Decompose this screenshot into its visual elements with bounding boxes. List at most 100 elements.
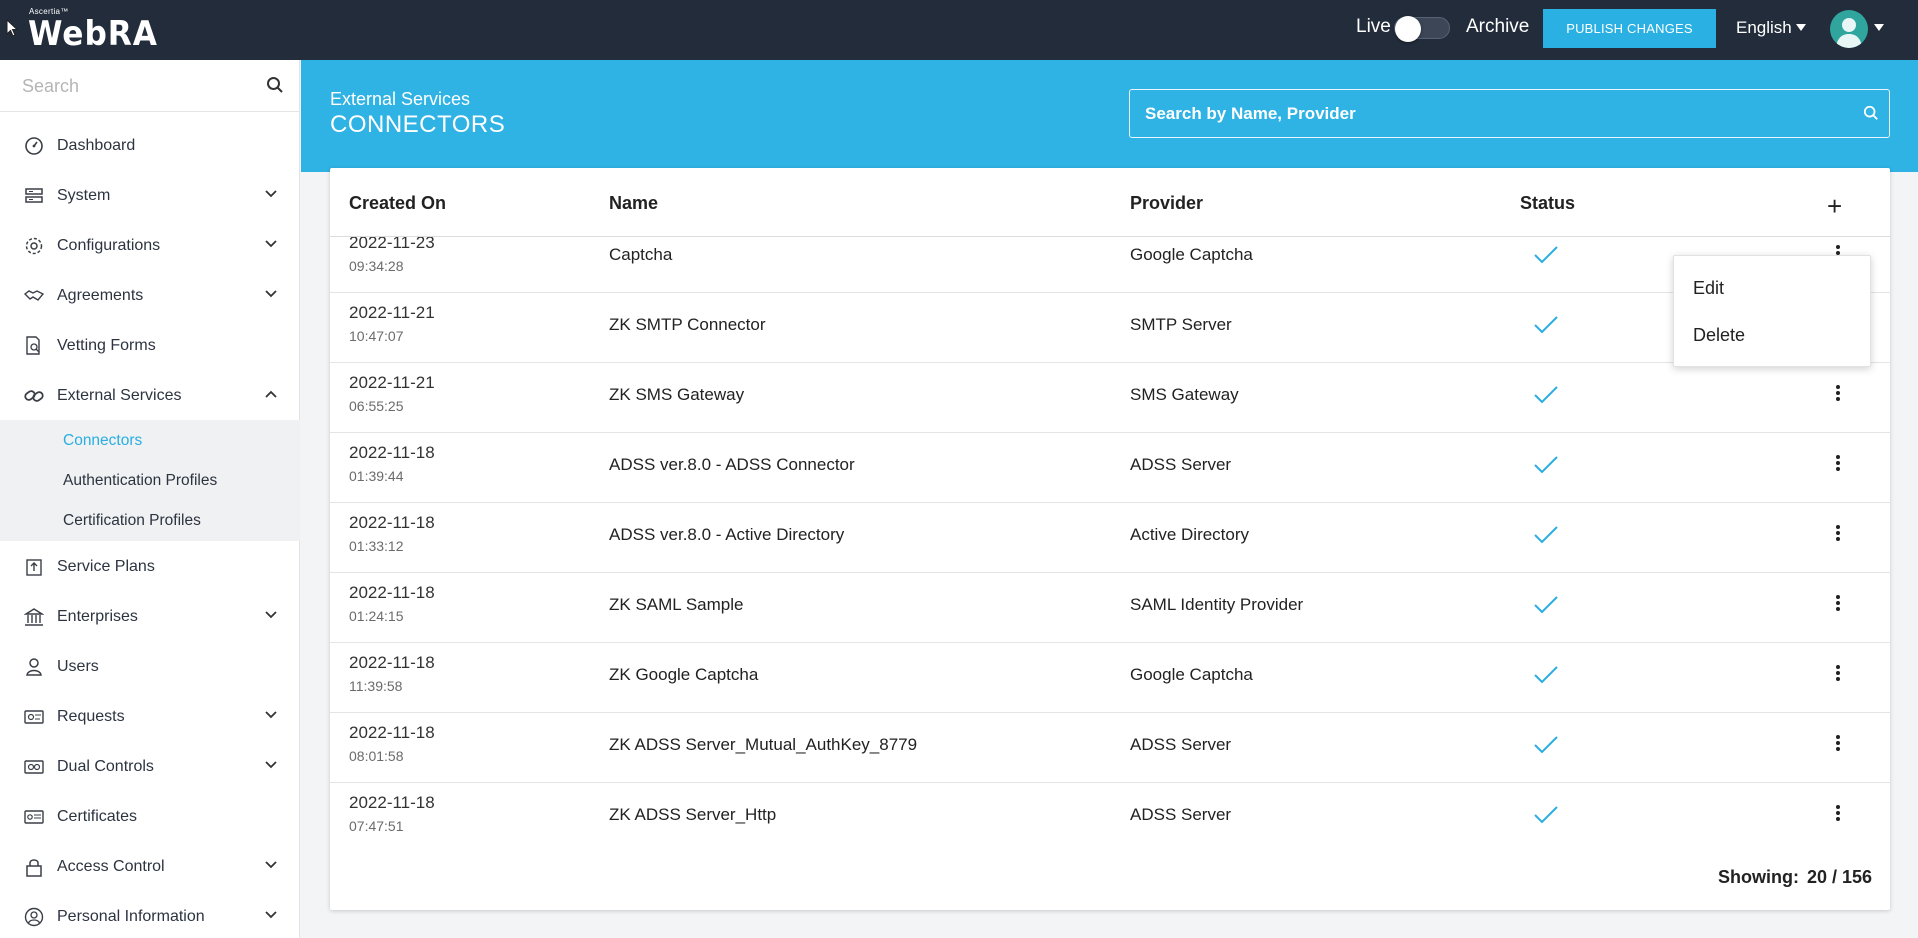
chevron-down-icon[interactable] [265,611,277,619]
sidebar-subitem-authentication-profiles[interactable]: Authentication Profiles [63,472,217,490]
sidebar-item-service-plans[interactable]: Service Plans [0,542,300,592]
chevron-up-icon[interactable] [265,390,277,398]
chevron-down-icon[interactable] [265,290,277,298]
connector-search [1129,89,1890,138]
row-kebab-menu-icon[interactable] [1835,454,1843,477]
user-avatar[interactable] [1830,10,1868,48]
row-kebab-menu-icon[interactable] [1835,384,1843,407]
table-row[interactable]: 2022-11-18 08:01:58 ZK ADSS Server_Mutual_… [330,713,1890,783]
user-icon [26,658,42,676]
table-row[interactable]: 2022-11-18 07:47:51 ZK ADSS Server_Http ADS… [330,783,1890,841]
request-card-icon [24,710,44,724]
column-header-created-on[interactable]: Created On [349,193,446,214]
table-row[interactable]: 2022-11-18 01:33:12 ADSS ver.8.0 - Active … [330,503,1890,573]
table-row[interactable]: 2022-11-23 09:34:28 Captcha Google Captcha [330,237,1890,293]
sidebar-item-label: External Services [57,387,182,404]
sidebar-item-agreements[interactable]: Agreements [0,271,300,321]
search-icon[interactable] [266,76,284,99]
sidebar-item-requests[interactable]: Requests [0,692,300,742]
row-kebab-menu-icon[interactable] [1835,664,1843,687]
sidebar-item-dashboard[interactable]: Dashboard [0,121,300,171]
delete-menu-item[interactable]: Delete [1693,325,1745,346]
connectors-table-card: Created On Name Provider Status + 2022-1… [330,168,1890,910]
table-row[interactable]: 2022-11-18 01:39:44 ADSS ver.8.0 - ADSS Co… [330,433,1890,503]
cell-name: ZK ADSS Server_Http [609,805,777,824]
column-header-status[interactable]: Status [1520,193,1575,214]
sidebar-item-users[interactable]: Users [0,642,300,692]
sidebar-item-personal-information[interactable]: Personal Information [0,892,300,938]
sidebar-subitem-connectors[interactable]: Connectors [63,432,142,450]
chevron-down-icon[interactable] [265,190,277,198]
link-icon [24,390,44,402]
sidebar-subitem-certification-profiles[interactable]: Certification Profiles [63,512,201,530]
chevron-down-icon[interactable] [265,911,277,919]
user-circle-icon [24,907,44,927]
connector-search-input[interactable] [1145,102,1825,126]
edit-menu-item[interactable]: Edit [1693,278,1724,299]
cell-created-time: 06:55:25 [349,398,404,414]
table-row[interactable]: 2022-11-21 06:55:25 ZK SMS Gateway SMS Gate… [330,363,1890,433]
cell-provider: ADSS Server [1130,735,1232,754]
row-kebab-menu-icon[interactable] [1835,734,1843,757]
showing-label: Showing: [1718,867,1799,887]
certificate-icon [24,810,44,824]
sidebar-item-dual-controls[interactable]: Dual Controls [0,742,300,792]
avatar-caret-icon[interactable] [1874,24,1884,31]
search-icon[interactable] [1863,105,1879,126]
row-kebab-menu-icon[interactable] [1835,524,1843,547]
chevron-down-icon[interactable] [265,861,277,869]
row-kebab-menu-icon[interactable] [1835,804,1843,827]
upload-box-icon [26,559,42,576]
cell-created-time: 01:33:12 [349,538,404,554]
avatar-person-icon [1836,18,1862,48]
sidebar-item-system[interactable]: System [0,171,300,221]
status-check-icon [1533,315,1559,340]
sidebar-item-access-control[interactable]: Access Control [0,842,300,892]
cell-created-time: 07:47:51 [349,818,404,834]
sidebar-item-label: Dual Controls [57,758,154,775]
sidebar-item-certificates[interactable]: Certificates [0,792,300,842]
sidebar-item-label: Enterprises [57,608,138,625]
sidebar-item-label: System [57,187,111,204]
brand-logo[interactable]: WebRA [28,14,158,54]
language-caret-icon[interactable] [1796,24,1806,31]
sidebar-item-vetting-forms[interactable]: Vetting Forms [0,321,300,371]
sidebar-item-external-services[interactable]: External Services [0,371,300,421]
cell-created-date: 2022-11-18 [349,653,435,672]
table-row[interactable]: 2022-11-18 01:24:15 ZK SAML Sample SAML Ide… [330,573,1890,643]
publish-changes-button[interactable]: PUBLISH CHANGES [1543,9,1716,48]
chevron-down-icon[interactable] [265,711,277,719]
row-kebab-menu-icon[interactable] [1835,594,1843,617]
chevron-down-icon[interactable] [265,240,277,248]
column-header-provider[interactable]: Provider [1130,193,1203,214]
cell-name: Captcha [609,245,673,264]
status-check-icon [1533,385,1559,410]
add-connector-button[interactable]: + [1827,193,1842,219]
sidebar-item-label: Personal Information [57,908,205,925]
cell-created-time: 09:34:28 [349,258,404,274]
dual-control-card-icon [24,760,44,774]
chevron-down-icon[interactable] [265,761,277,769]
pagination-showing: Showing: 20 / 156 [1718,867,1872,888]
row-actions-menu: Edit Delete [1673,255,1871,367]
cell-created-date: 2022-11-23 [349,237,435,252]
live-label: Live [1356,16,1391,37]
sidebar-item-configurations[interactable]: Configurations [0,221,300,271]
table-row[interactable]: 2022-11-21 10:47:07 ZK SMTP Connector SMTP … [330,293,1890,363]
language-selector[interactable]: English [1736,18,1792,38]
sidebar-item-label: Dashboard [57,137,136,154]
status-check-icon [1533,735,1559,760]
live-archive-toggle[interactable] [1394,16,1450,42]
cell-name: ZK SAML Sample [609,595,744,614]
table-row[interactable]: 2022-11-18 11:39:58 ZK Google Captcha Googl… [330,643,1890,713]
sidebar-item-label: Access Control [57,858,165,875]
cell-provider: ADSS Server [1130,455,1232,474]
cell-name: ADSS ver.8.0 - Active Directory [609,525,845,544]
status-check-icon [1533,455,1559,480]
sidebar-item-label: Requests [57,708,125,725]
cell-name: ADSS ver.8.0 - ADSS Connector [609,455,855,474]
sidebar-search-input[interactable] [22,74,262,98]
column-header-name[interactable]: Name [609,193,658,214]
sidebar-item-enterprises[interactable]: Enterprises [0,592,300,642]
sidebar-item-label: Vetting Forms [57,337,156,354]
